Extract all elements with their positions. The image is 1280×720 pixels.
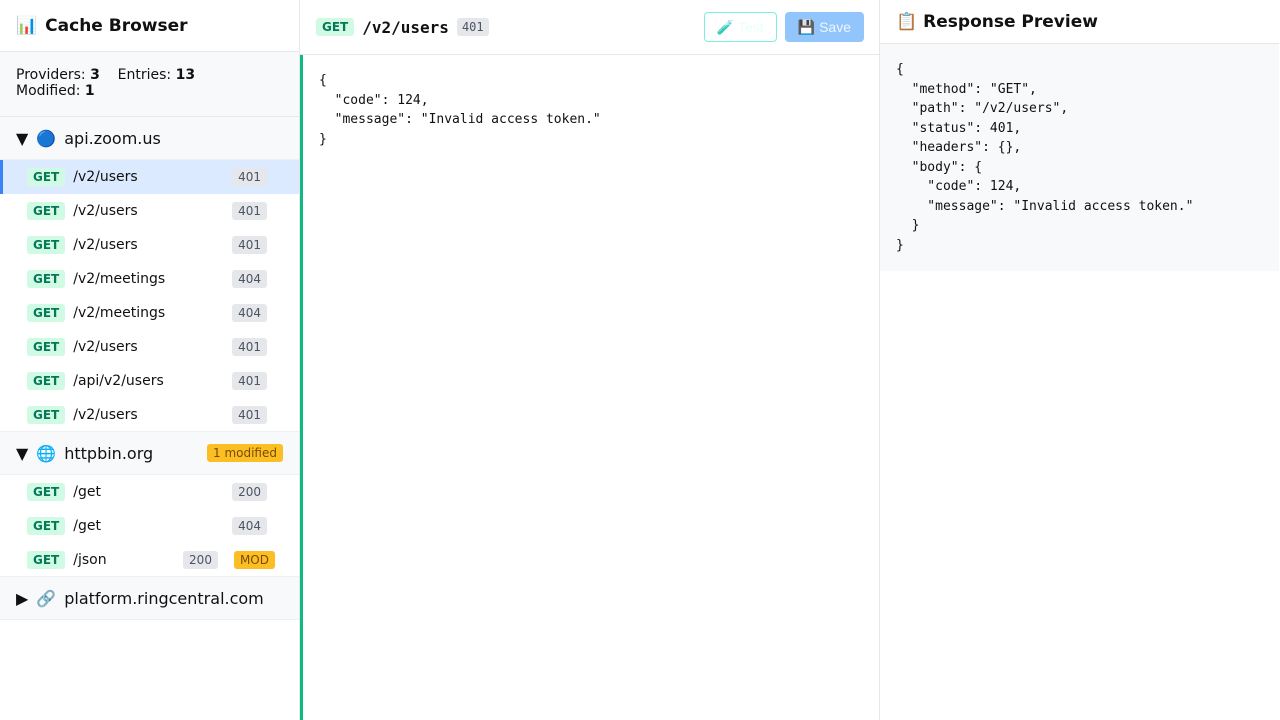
editor-pane: GET /v2/users 401 🧪 Test 💾 Save { "code": … (300, 0, 880, 720)
entry-row[interactable]: GET/get 200 (0, 475, 299, 509)
entry-path: /v2/users (73, 406, 138, 423)
entry-row[interactable]: GET/v2/users 401 (0, 330, 299, 364)
globe-icon: 🌐 (36, 443, 57, 463)
blue-circle-icon: 🔵 (36, 128, 57, 148)
collapsed-triangle-icon[interactable]: ▶ (16, 589, 28, 608)
entry-path: /v2/users (73, 237, 138, 253)
status-badge: 404 (232, 517, 267, 535)
entry-path: /v2/users (73, 203, 138, 219)
provider-tree: ▼ 🔵 api.zoom.us GET/v2/users 401 GET/v2/users… (0, 117, 299, 620)
method-badge: GET (27, 270, 66, 288)
status-badge: 401 (232, 236, 267, 254)
entry-row[interactable]: GET/v2/users 401 (0, 194, 299, 228)
entry-path: /v2/meetings (73, 305, 166, 321)
status-badge: 401 (232, 405, 267, 424)
method-badge: GET (27, 168, 66, 186)
provider-header[interactable]: ▼ 🔵 api.zoom.us (0, 117, 299, 160)
entry-path: /api/v2/users (73, 373, 164, 389)
modified-label: Modified: (16, 83, 81, 99)
entry-path: /json (73, 551, 107, 568)
method-badge: GET (27, 202, 66, 220)
entry-row[interactable]: GET/get 404 (0, 509, 299, 543)
app-title: Cache Browser (45, 15, 188, 36)
entry-row[interactable]: GET/json 200 MOD (0, 543, 299, 577)
method-badge: GET (27, 405, 66, 424)
endpoint-path: /v2/users (362, 17, 449, 37)
entry-path: /v2/users (73, 339, 138, 355)
provider-name: platform.ringcentral.com (64, 588, 264, 608)
modified-badge: 1 modified (207, 444, 283, 462)
entry-row[interactable]: GET/v2/meetings 404 (0, 262, 299, 296)
bar-chart-icon: 📊 (16, 15, 38, 36)
status-badge: 404 (232, 304, 267, 322)
entry-row[interactable]: GET/api/v2/users 401 (0, 364, 299, 398)
test-button[interactable]: 🧪 Test (703, 12, 777, 42)
preview-header: 📋 Response Preview (880, 0, 1279, 44)
provider-name: httpbin.org (64, 443, 154, 463)
method-badge: GET (27, 372, 66, 390)
entry-path: /v2/users (73, 169, 138, 185)
test-tube-icon: 🧪 (716, 18, 734, 35)
entry-path: /get (73, 484, 101, 500)
status-badge: 401 (232, 338, 267, 356)
provider-header[interactable]: ▶ 🔗 platform.ringcentral.com (0, 577, 299, 620)
method-badge: GET (27, 483, 66, 501)
status-badge: 200 (232, 483, 267, 501)
entry-row[interactable]: GET/v2/users 401 (0, 228, 299, 262)
test-label: Test (737, 19, 764, 35)
floppy-disk-icon: 💾 (797, 18, 816, 35)
method-badge: GET (27, 517, 66, 535)
status-badge: 401 (232, 202, 267, 220)
entry-path: /v2/meetings (73, 271, 166, 287)
editor-header: GET /v2/users 401 🧪 Test 💾 Save (300, 0, 880, 55)
preview-title: Response Preview (923, 11, 1098, 32)
link-icon: 🔗 (36, 588, 57, 608)
preview-content: { "method": "GET", "path": "/v2/users", … (880, 44, 1279, 271)
entry-row[interactable]: GET/v2/users 401 (0, 160, 299, 194)
entry-row[interactable]: GET/v2/meetings 404 (0, 296, 299, 330)
providers-count: 3 (90, 67, 100, 83)
sidebar-header: 📊 Cache Browser (0, 0, 299, 52)
expanded-triangle-icon[interactable]: ▼ (16, 129, 28, 148)
save-button[interactable]: 💾 Save (784, 12, 864, 42)
status-badge: 401 (232, 168, 267, 186)
preview-pane: 📋 Response Preview { "method": "GET", "p… (879, 0, 1279, 720)
status-badge: 200 (183, 550, 218, 569)
stats-panel: Providers: 3 Entries: 13 Modified: 1 (0, 52, 299, 117)
method-badge: GET (316, 18, 355, 36)
providers-label: Providers: (16, 67, 86, 83)
entry-path: /get (73, 518, 101, 534)
clipboard-icon: 📋 (896, 11, 918, 32)
entry-row[interactable]: GET/v2/users 401 (0, 398, 299, 432)
provider-header[interactable]: ▼ 🌐 httpbin.org 1 modified (0, 432, 299, 475)
method-badge: GET (27, 550, 66, 569)
method-badge: GET (27, 236, 66, 254)
method-badge: GET (27, 338, 66, 356)
status-badge: 401 (232, 372, 267, 390)
entries-label: Entries: (117, 67, 172, 83)
provider-name: api.zoom.us (64, 128, 161, 148)
modified-count: 1 (84, 83, 95, 99)
entries-count: 13 (175, 67, 196, 83)
status-badge: 404 (232, 270, 267, 288)
status-badge: 401 (456, 18, 489, 36)
method-badge: GET (27, 304, 66, 322)
sidebar: 📊 Cache Browser Providers: 3 Entries: 13… (0, 0, 300, 720)
response-editor[interactable]: { "code": 124, "message": "Invalid acces… (300, 55, 880, 720)
save-label: Save (819, 19, 851, 35)
expanded-triangle-icon[interactable]: ▼ (16, 444, 28, 463)
mod-badge: MOD (233, 550, 275, 569)
